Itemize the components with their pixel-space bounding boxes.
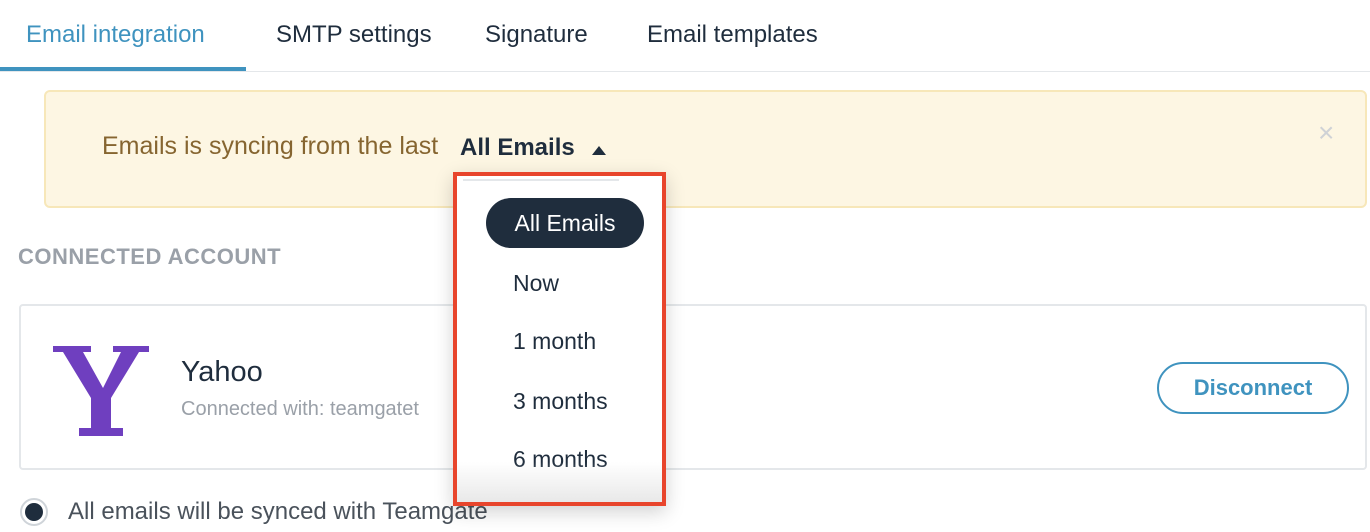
tab-email-integration[interactable]: Email integration [26, 0, 205, 72]
section-title: CONNECTED ACCOUNT [18, 244, 282, 269]
banner-text: Emails is syncing from the last [102, 132, 439, 160]
close-icon[interactable]: × [1318, 118, 1334, 148]
tab-signature[interactable]: Signature [485, 0, 588, 72]
dropdown-option-1-month[interactable]: 1 month [513, 328, 596, 355]
dropdown-option-all-emails[interactable]: All Emails [486, 198, 644, 248]
disconnect-button[interactable]: Disconnect [1157, 362, 1349, 414]
tab-bar: Email integration SMTP settings Signatur… [0, 0, 1370, 72]
dropdown-option-6-months[interactable]: 6 months [513, 446, 608, 473]
connected-account-card: Yahoo Connected with: teamgatet Disconne… [19, 304, 1367, 470]
tab-smtp-settings[interactable]: SMTP settings [276, 0, 432, 72]
tab-email-templates[interactable]: Email templates [647, 0, 818, 72]
caret-up-icon[interactable] [592, 146, 606, 155]
dropdown-option-3-months[interactable]: 3 months [513, 388, 608, 415]
sync-all-radio[interactable] [20, 498, 48, 526]
connected-with-text: Connected with: teamgatet [181, 398, 419, 420]
radio-selected-dot [25, 503, 43, 521]
email-settings-page: Email integration SMTP settings Signatur… [0, 0, 1370, 532]
dropdown-divider [463, 179, 619, 181]
sync-all-label: All emails will be synced with Teamgate [68, 498, 488, 525]
sync-range-dropdown: All Emails Now 1 month 3 months 6 months [453, 172, 666, 506]
account-provider-name: Yahoo [181, 356, 263, 388]
active-tab-indicator [0, 67, 246, 71]
dropdown-option-now[interactable]: Now [513, 270, 559, 297]
sync-range-select[interactable]: All Emails [460, 134, 575, 162]
yahoo-logo-icon [53, 346, 149, 436]
sync-banner: Emails is syncing from the last All Emai… [44, 90, 1367, 208]
